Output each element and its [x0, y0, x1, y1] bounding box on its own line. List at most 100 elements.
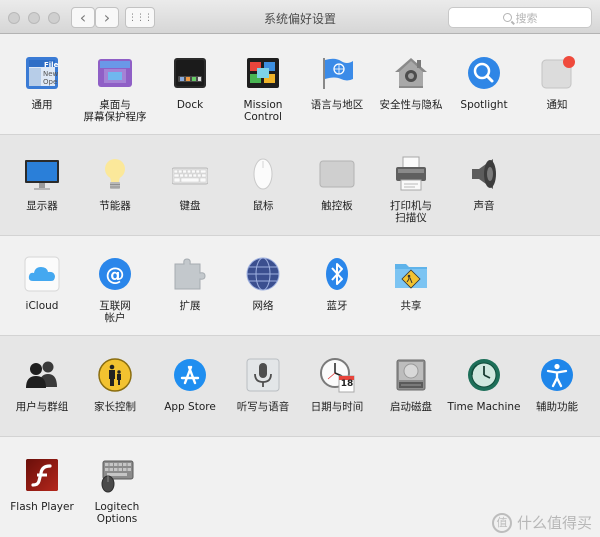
pane-logitech-options[interactable]: Logitech Options: [77, 457, 157, 525]
pane-sound[interactable]: 声音: [446, 156, 522, 212]
pane-label: Dock: [176, 99, 204, 111]
pane-label: 家长控制: [94, 401, 136, 413]
bluetooth-icon: [319, 256, 355, 292]
pane-extensions[interactable]: 扩展: [152, 256, 228, 312]
pane-label: 日期与时间: [310, 401, 364, 413]
lightbulb-icon: [97, 156, 133, 192]
clock-icon: 18: [319, 357, 355, 393]
pane-network[interactable]: 网络: [225, 256, 301, 312]
minimize-window-button[interactable]: [28, 12, 40, 24]
pane-accessibility[interactable]: 辅助功能: [519, 357, 595, 413]
house-icon: [393, 55, 429, 91]
general-icon: File New Ope: [24, 55, 60, 91]
display-icon: [24, 156, 60, 192]
pane-desktop-screensaver[interactable]: 桌面与 屏幕保护程序: [77, 55, 153, 123]
pane-dock[interactable]: Dock: [152, 55, 228, 111]
pane-icloud[interactable]: iCloud: [4, 256, 80, 312]
pane-label: Flash Player: [10, 501, 74, 513]
pane-bluetooth[interactable]: 蓝牙: [299, 256, 375, 312]
pane-label: 启动磁盘: [390, 401, 432, 413]
pane-label: App Store: [164, 401, 216, 413]
pane-label: 安全性与隐私: [379, 99, 443, 111]
title-bar: ‹ › ⋮⋮⋮ 系统偏好设置 搜索: [0, 0, 600, 34]
pane-label: 鼠标: [252, 200, 274, 212]
pane-label: 打印机与 扫描仪: [390, 200, 432, 224]
pane-energy-saver[interactable]: 节能器: [77, 156, 153, 212]
pane-label: 显示器: [26, 200, 58, 212]
pane-label: 扩展: [179, 300, 201, 312]
pane-label: 听写与语音: [236, 401, 290, 413]
pane-label: Logitech Options: [94, 501, 140, 525]
pane-startup-disk[interactable]: 启动磁盘: [373, 357, 449, 413]
pane-language-region[interactable]: 语言与地区: [299, 55, 375, 111]
parental-icon: [97, 357, 133, 393]
pane-spotlight[interactable]: Spotlight: [446, 55, 522, 111]
pane-label: 辅助功能: [536, 401, 578, 413]
flash-icon: [24, 457, 60, 493]
general-icon-text-1: File: [44, 61, 59, 69]
pane-parental-controls[interactable]: 家长控制: [77, 357, 153, 413]
search-placeholder: 搜索: [515, 11, 538, 25]
zoom-window-button[interactable]: [48, 12, 60, 24]
pane-internet-accounts[interactable]: @ 互联网 帐户: [77, 256, 153, 324]
pane-time-machine[interactable]: Time Machine: [446, 357, 522, 413]
pane-keyboard[interactable]: 键盘: [152, 156, 228, 212]
search-field[interactable]: 搜索: [448, 7, 592, 28]
calendar-day: 18: [340, 379, 354, 389]
pane-displays[interactable]: 显示器: [4, 156, 80, 212]
chevron-left-icon: ‹: [79, 7, 87, 27]
desktop-icon: [97, 55, 133, 91]
flag-icon: [319, 55, 355, 91]
pane-label: 键盘: [179, 200, 201, 212]
pane-label: 声音: [473, 200, 495, 212]
watermark-logo-icon: 值: [491, 512, 512, 533]
pane-label: 语言与地区: [310, 99, 364, 111]
pane-printers-scanners[interactable]: 打印机与 扫描仪: [373, 156, 449, 224]
pane-label: 通知: [546, 99, 568, 111]
pane-label: 用户与群组: [15, 401, 69, 413]
at-icon: @: [97, 256, 133, 292]
pane-trackpad[interactable]: 触控板: [299, 156, 375, 212]
pane-flash-player[interactable]: Flash Player: [4, 457, 80, 513]
logitech-icon: [99, 457, 135, 493]
dock-icon: [172, 55, 208, 91]
general-icon-text-3: Ope: [43, 78, 58, 86]
watermark-text: 什么值得买: [516, 514, 592, 532]
globe-icon: [245, 256, 281, 292]
mouse-icon: [245, 156, 281, 192]
pane-label: 通用: [31, 99, 53, 111]
pane-label: 蓝牙: [326, 300, 348, 312]
pane-security-privacy[interactable]: 安全性与隐私: [373, 55, 449, 111]
general-icon-text-2: New: [43, 70, 59, 78]
pane-dictation-speech[interactable]: 听写与语音: [225, 357, 301, 413]
pane-date-time[interactable]: 18 日期与时间: [299, 357, 375, 413]
pane-app-store[interactable]: App Store: [152, 357, 228, 413]
pane-label: Mission Control: [243, 99, 283, 123]
pane-sharing[interactable]: 共享: [373, 256, 449, 312]
pane-label: 共享: [400, 300, 422, 312]
back-button[interactable]: ‹: [71, 7, 95, 28]
pane-label: 触控板: [321, 200, 353, 212]
close-window-button[interactable]: [8, 12, 20, 24]
notifications-icon: [539, 55, 575, 91]
time-machine-icon: [466, 357, 502, 393]
microphone-icon: [245, 357, 281, 393]
pane-label: 互联网 帐户: [99, 300, 131, 324]
pane-mission-control[interactable]: Mission Control: [225, 55, 301, 123]
forward-button[interactable]: ›: [95, 7, 119, 28]
show-all-button[interactable]: ⋮⋮⋮: [125, 7, 155, 28]
puzzle-icon: [172, 256, 208, 292]
pane-label: 节能器: [99, 200, 131, 212]
speaker-icon: [466, 156, 502, 192]
accessibility-icon: [539, 357, 575, 393]
keyboard-icon: [171, 156, 209, 192]
pane-mouse[interactable]: 鼠标: [225, 156, 301, 212]
disk-icon: [393, 357, 429, 393]
search-icon: [502, 13, 512, 22]
app-store-icon: [172, 357, 208, 393]
pane-users-groups[interactable]: 用户与群组: [4, 357, 80, 413]
watermark: 值 什么值得买: [491, 512, 592, 533]
pane-label: Spotlight: [460, 99, 508, 111]
pane-notifications[interactable]: 通知: [519, 55, 595, 111]
pane-general[interactable]: File New Ope 通用: [4, 55, 80, 111]
